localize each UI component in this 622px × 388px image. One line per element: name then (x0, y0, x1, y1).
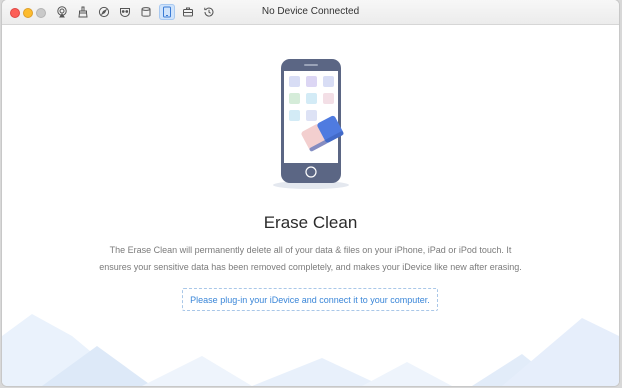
description: The Erase Clean will permanently delete … (62, 242, 559, 276)
title-bar: No Device Connected (2, 0, 619, 25)
plug-in-message: Please plug-in your iDevice and connect … (182, 288, 438, 311)
description-line-2: ensures your sensitive data has been rem… (99, 262, 522, 272)
page-title: Erase Clean (263, 213, 358, 232)
description-line-1: The Erase Clean will permanently delete … (109, 245, 512, 255)
erase-illustration (273, 59, 349, 189)
window-title: No Device Connected (261, 6, 360, 17)
erase-clean-panel: Erase Clean The Erase Clean will permane… (2, 25, 619, 386)
app-window: No Device Connected Erase Clean The Eras… (2, 0, 619, 386)
